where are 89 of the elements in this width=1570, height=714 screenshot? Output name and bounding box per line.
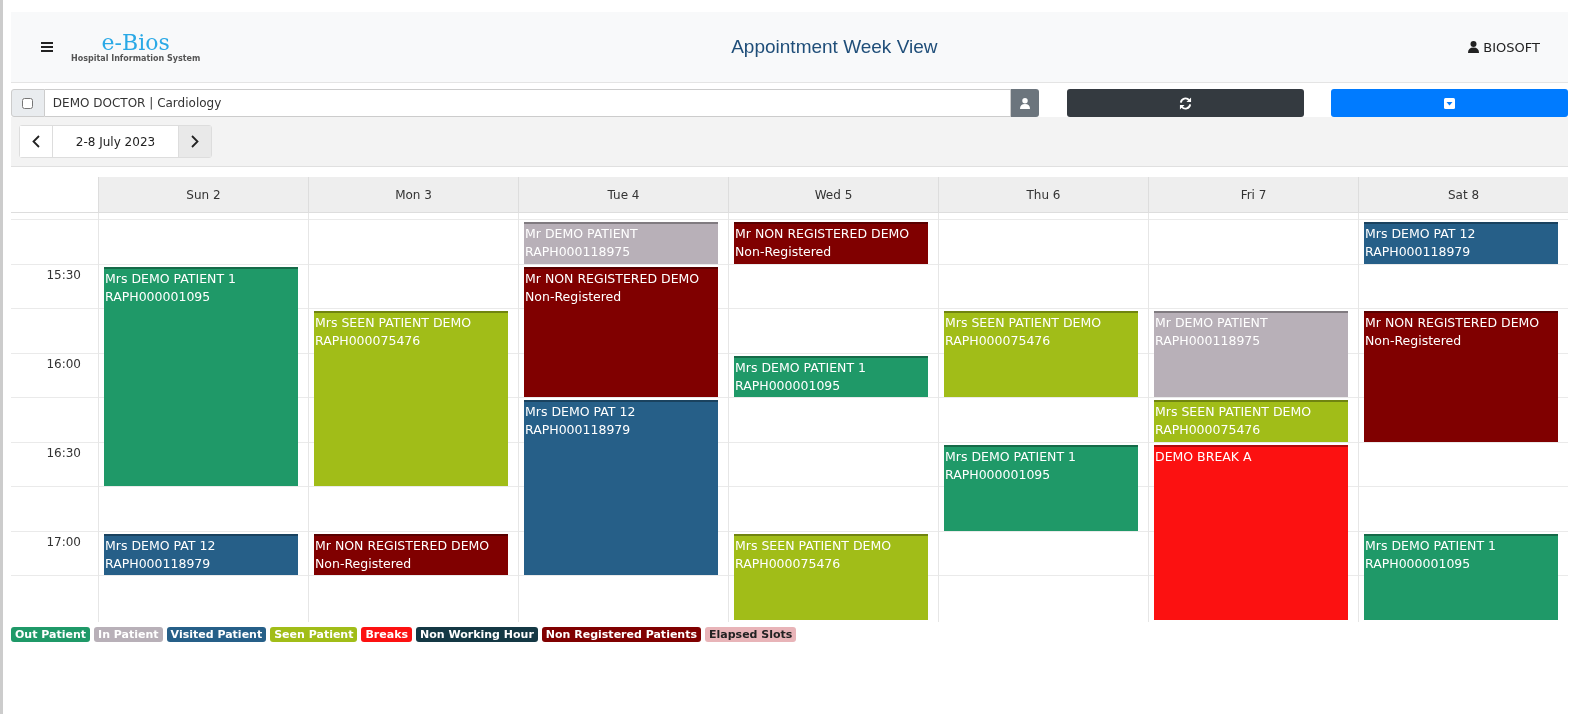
appointment-event[interactable]: Mrs DEMO PAT 12 RAPH000118979: [1364, 222, 1558, 264]
day-header: Sat 8: [1358, 177, 1568, 213]
logo-subtitle: Hospital Information System: [71, 53, 201, 63]
day-header: Fri 7: [1148, 177, 1358, 213]
appointment-event[interactable]: Mr NON REGISTERED DEMO Non-Registered: [734, 222, 928, 264]
patient-detail: RAPH000118975: [525, 243, 632, 261]
appointment-event[interactable]: Mrs DEMO PAT 12 RAPH000118979: [524, 400, 718, 575]
legend-tag: Non Working Hour: [416, 627, 538, 642]
doctor-user-button[interactable]: [1011, 89, 1040, 117]
legend-tag: Breaks: [361, 627, 413, 642]
user-icon: [1468, 41, 1480, 53]
select-checkbox[interactable]: [22, 97, 34, 109]
patient-detail: RAPH000075476: [735, 554, 842, 573]
legend-tag: Elapsed Slots: [705, 627, 797, 642]
patient-name: Mr DEMO PATIENT: [525, 225, 639, 243]
patient-name: Mrs SEEN PATIENT DEMO: [735, 536, 893, 555]
page-title: Appointment Week View: [730, 36, 939, 58]
day-header: Sun 2: [98, 177, 308, 213]
patient-detail: RAPH000075476: [1155, 421, 1262, 439]
patient-name: Mr DEMO PATIENT: [1155, 314, 1269, 332]
legend-tag: Out Patient: [11, 627, 91, 642]
patient-detail: Non-Registered: [315, 554, 413, 573]
user-name[interactable]: BIOSOFT: [1483, 39, 1540, 55]
patient-detail: RAPH000001095: [735, 376, 842, 395]
appointment-event[interactable]: Mrs DEMO PATIENT 1 RAPH000001095: [104, 266, 298, 486]
patient-detail: Non-Registered: [1365, 332, 1463, 350]
day-header: Tue 4: [518, 177, 728, 213]
patient-name: Mrs SEEN PATIENT DEMO: [315, 314, 473, 332]
caret-icon: [1444, 97, 1455, 109]
time-label: 17:00: [46, 534, 81, 551]
chevron-right-icon: [191, 135, 199, 148]
legend-tag: Seen Patient: [270, 627, 358, 642]
patient-name: Mrs DEMO PATIENT 1: [105, 269, 237, 288]
patient-name: Mrs DEMO PAT 12: [105, 536, 217, 555]
menu-icon[interactable]: [41, 41, 55, 53]
patient-name: Mrs DEMO PAT 12: [1365, 225, 1477, 243]
appointment-event[interactable]: Mr NON REGISTERED DEMO Non-Registered: [1364, 311, 1558, 442]
legend-tag: Visited Patient: [166, 627, 267, 642]
patient-detail: Non-Registered: [735, 243, 833, 261]
appointment-event[interactable]: Mrs DEMO PAT 12 RAPH000118979: [104, 533, 298, 575]
appointment-event[interactable]: Mrs SEEN PATIENT DEMO RAPH000075476: [734, 533, 928, 620]
week-range: 2-8 July 2023: [52, 126, 179, 157]
doctor-field[interactable]: DEMO DOCTOR | Cardiology: [44, 89, 1012, 117]
patient-name: Mrs SEEN PATIENT DEMO: [945, 314, 1103, 332]
appointment-event[interactable]: Mrs SEEN PATIENT DEMO RAPH000075476: [314, 311, 508, 486]
previous-week-button[interactable]: [20, 126, 52, 157]
patient-detail: RAPH000118979: [525, 421, 632, 439]
appointment-event[interactable]: Mr DEMO PATIENT RAPH000118975: [1154, 311, 1348, 397]
appointment-event[interactable]: Mrs DEMO PATIENT 1 RAPH000001095: [944, 444, 1138, 531]
patient-detail: Non-Registered: [525, 287, 623, 306]
patient-name: Mrs DEMO PAT 12: [525, 403, 637, 421]
appointment-event[interactable]: Mrs SEEN PATIENT DEMO RAPH000075476: [1154, 400, 1348, 442]
patient-name: Mrs SEEN PATIENT DEMO: [1155, 403, 1313, 421]
patient-name: DEMO BREAK A: [1155, 447, 1253, 466]
appointment-event[interactable]: Mr NON REGISTERED DEMO Non-Registered: [524, 266, 718, 397]
patient-detail: RAPH000075476: [315, 332, 422, 350]
user-icon: [1020, 97, 1031, 109]
appointment-event[interactable]: Mr NON REGISTERED DEMO Non-Registered: [314, 533, 508, 575]
appointment-event[interactable]: Mrs SEEN PATIENT DEMO RAPH000075476: [944, 311, 1138, 397]
patient-name: Mr NON REGISTERED DEMO: [735, 225, 911, 243]
logo: e-Bios: [101, 31, 170, 54]
day-header: Thu 6: [938, 177, 1148, 213]
appointment-event[interactable]: Mr DEMO PATIENT RAPH000118975: [524, 222, 718, 264]
patient-detail: RAPH000001095: [105, 287, 212, 306]
day-header: Mon 3: [308, 177, 518, 213]
chevron-left-icon: [32, 135, 40, 148]
patient-name: Mr NON REGISTERED DEMO: [1365, 314, 1541, 332]
day-header: Wed 5: [728, 177, 938, 213]
time-label: 16:00: [46, 356, 81, 373]
patient-detail: RAPH000118975: [1155, 332, 1262, 350]
next-week-button[interactable]: [179, 126, 211, 157]
time-label: 15:30: [46, 267, 81, 284]
time-label: 16:30: [46, 445, 81, 462]
patient-detail: RAPH000118979: [105, 554, 212, 573]
patient-name: Mrs DEMO PATIENT 1: [735, 358, 867, 377]
patient-name: Mr NON REGISTERED DEMO: [315, 536, 491, 555]
legend-tag: Non Registered Patients: [541, 627, 701, 642]
appointment-event[interactable]: Mrs DEMO PATIENT 1 RAPH000001095: [734, 355, 928, 397]
patient-detail: RAPH000001095: [945, 465, 1052, 484]
legend-tag: In Patient: [94, 627, 163, 642]
appointment-event[interactable]: Mrs DEMO PATIENT 1 RAPH000001095: [1364, 533, 1558, 620]
patient-detail: RAPH000075476: [945, 332, 1052, 350]
refresh-icon: [1179, 96, 1193, 110]
patient-name: Mr NON REGISTERED DEMO: [525, 269, 701, 288]
patient-name: Mrs DEMO PATIENT 1: [945, 447, 1077, 466]
appointment-event[interactable]: DEMO BREAK A: [1154, 444, 1348, 620]
patient-detail: RAPH000118979: [1365, 243, 1472, 261]
patient-name: Mrs DEMO PATIENT 1: [1365, 536, 1497, 555]
patient-detail: RAPH000001095: [1365, 554, 1472, 573]
